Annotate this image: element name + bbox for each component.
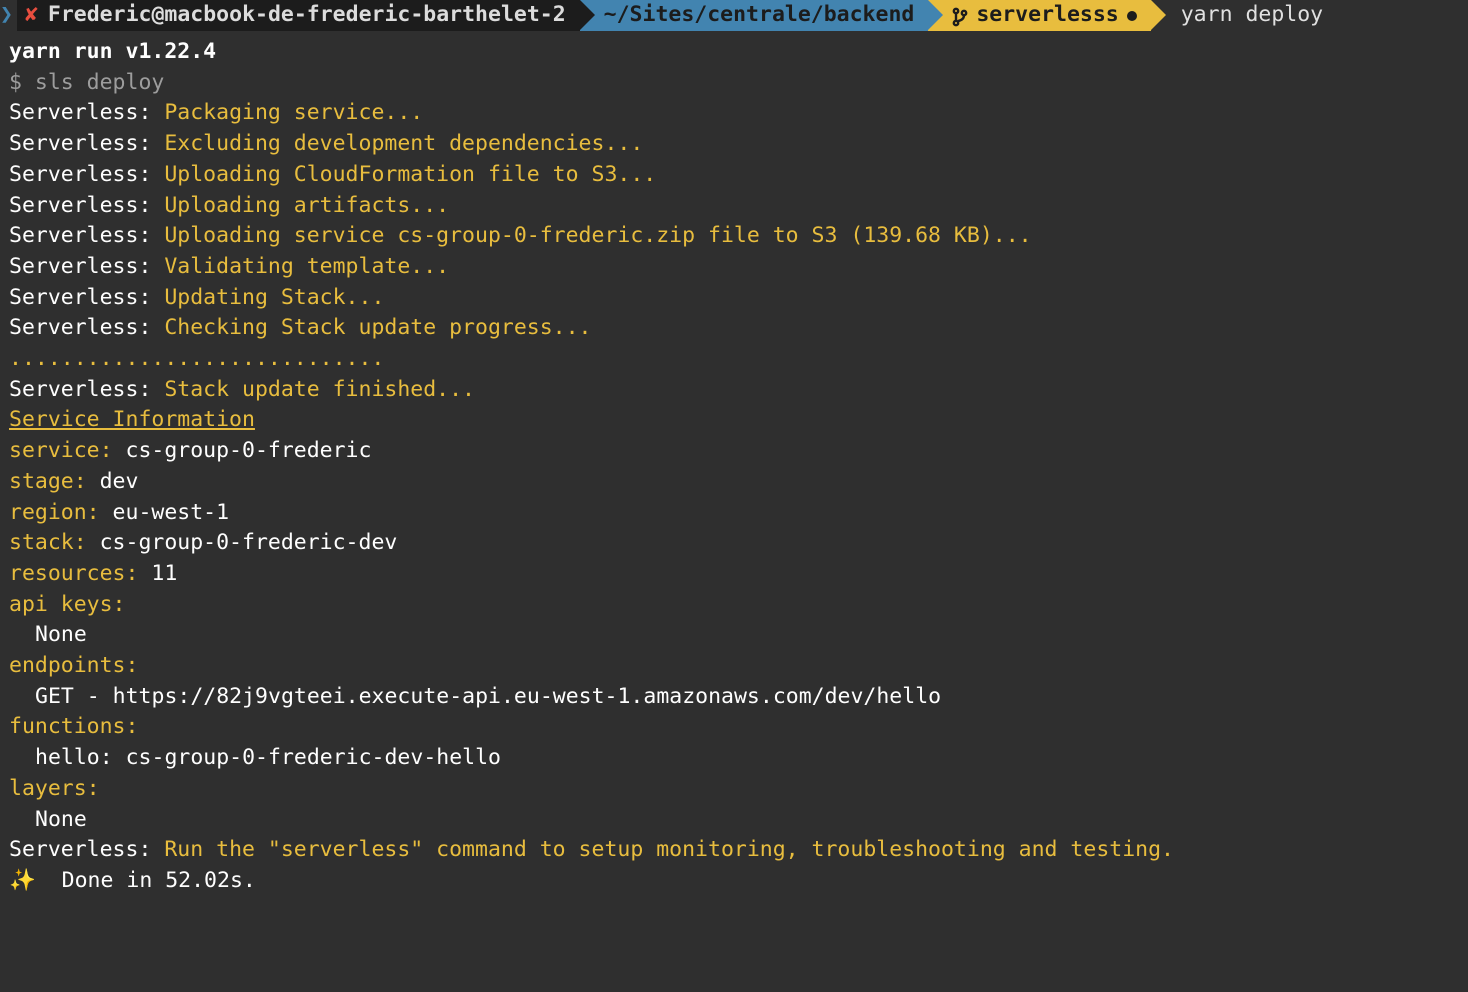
info-key: region: — [9, 500, 100, 525]
close-icon: ✘ — [25, 0, 38, 31]
sls-step-text: Uploading service cs-group-0-frederic.zi… — [164, 223, 1031, 248]
info-stage: stage: dev — [9, 467, 1459, 498]
info-val: dev — [87, 469, 139, 494]
prompt-branch: serverlesss — [976, 0, 1118, 31]
sls-hint-line: Serverless: Run the "serverless" command… — [9, 835, 1459, 866]
info-key: stack: — [9, 530, 87, 555]
sls-step-text: Validating template... — [164, 254, 449, 279]
info-region: region: eu-west-1 — [9, 498, 1459, 529]
progress-dots: ............................. — [9, 344, 1459, 375]
info-apikeys-key: api keys: — [9, 590, 1459, 621]
info-key: service: — [9, 438, 113, 463]
sls-step-text: Uploading CloudFormation file to S3... — [164, 162, 656, 187]
info-val: cs-group-0-frederic — [113, 438, 372, 463]
sls-step-text: Updating Stack... — [164, 285, 384, 310]
prompt-command[interactable]: yarn deploy — [1151, 0, 1337, 31]
yarn-run-line: yarn run v1.22.4 — [9, 37, 1459, 68]
sls-step-text: Stack update finished... — [164, 377, 475, 402]
sls-step-line: Serverless: Uploading service cs-group-0… — [9, 221, 1459, 252]
service-info-heading: Service Information — [9, 407, 255, 432]
info-stack: stack: cs-group-0-frederic-dev — [9, 528, 1459, 559]
sls-label: Serverless: — [9, 223, 164, 248]
sls-step-line: Serverless: Stack update finished... — [9, 375, 1459, 406]
sls-label: Serverless: — [9, 193, 164, 218]
info-layers-val: None — [9, 805, 1459, 836]
sls-label: Serverless: — [9, 254, 164, 279]
prompt-segment-cwd: ~/Sites/centrale/backend — [580, 0, 929, 31]
shell-prompt: ❯ ✘ Frederic@macbook-de-frederic-barthel… — [0, 0, 1468, 31]
info-resources: resources: 11 — [9, 559, 1459, 590]
sls-label: Serverless: — [9, 162, 164, 187]
sls-step-text: Excluding development dependencies... — [164, 131, 643, 156]
prompt-user-host: Frederic@macbook-de-frederic-barthelet-2 — [48, 0, 566, 31]
sls-label: Serverless: — [9, 131, 164, 156]
sparkle-icon: ✨ — [9, 868, 36, 893]
sls-label: Serverless: — [9, 377, 164, 402]
sls-step-text: Checking Stack update progress... — [164, 315, 591, 340]
prompt-command-text: yarn deploy — [1181, 0, 1323, 31]
git-branch-icon — [952, 7, 968, 27]
info-val: 11 — [138, 561, 177, 586]
sls-label: Serverless: — [9, 285, 164, 310]
done-line: ✨ Done in 52.02s. — [9, 866, 1459, 897]
git-dirty-dot-icon — [1127, 11, 1137, 21]
sls-step-line: Serverless: Validating template... — [9, 252, 1459, 283]
info-val: eu-west-1 — [100, 500, 229, 525]
sls-hint-text: Run the "serverless" command to setup mo… — [164, 837, 1174, 862]
info-val: cs-group-0-frederic-dev — [87, 530, 398, 555]
info-endpoints-val: GET - https://82j9vgteei.execute-api.eu-… — [9, 682, 1459, 713]
sls-step-line: Serverless: Checking Stack update progre… — [9, 313, 1459, 344]
info-service: service: cs-group-0-frederic — [9, 436, 1459, 467]
sls-step-line: Serverless: Uploading artifacts... — [9, 191, 1459, 222]
sls-step-line: Serverless: Packaging service... — [9, 98, 1459, 129]
sls-cmd-line: $ sls deploy — [9, 68, 1459, 99]
sls-label: Serverless: — [9, 315, 164, 340]
info-key: resources: — [9, 561, 138, 586]
terminal-output[interactable]: yarn run v1.22.4 $ sls deploy Serverless… — [0, 31, 1468, 897]
prompt-chevron-icon: ❯ — [0, 0, 13, 31]
sls-step-line: Serverless: Uploading CloudFormation fil… — [9, 160, 1459, 191]
info-functions-key: functions: — [9, 712, 1459, 743]
sls-step-line: Serverless: Updating Stack... — [9, 283, 1459, 314]
info-functions-val: hello: cs-group-0-frederic-dev-hello — [9, 743, 1459, 774]
prompt-segment-branch: serverlesss — [928, 0, 1150, 31]
sls-step-line: Serverless: Excluding development depend… — [9, 129, 1459, 160]
info-endpoints-key: endpoints: — [9, 651, 1459, 682]
done-text: Done in 52.02s. — [36, 868, 256, 893]
sls-label: Serverless: — [9, 837, 164, 862]
info-apikeys-val: None — [9, 620, 1459, 651]
sls-step-text: Packaging service... — [164, 100, 423, 125]
prompt-cwd: ~/Sites/centrale/backend — [604, 0, 915, 31]
sls-step-text: Uploading artifacts... — [164, 193, 449, 218]
prompt-segment-host: ✘ Frederic@macbook-de-frederic-barthelet… — [17, 0, 580, 31]
info-key: stage: — [9, 469, 87, 494]
info-layers-key: layers: — [9, 774, 1459, 805]
sls-label: Serverless: — [9, 100, 164, 125]
